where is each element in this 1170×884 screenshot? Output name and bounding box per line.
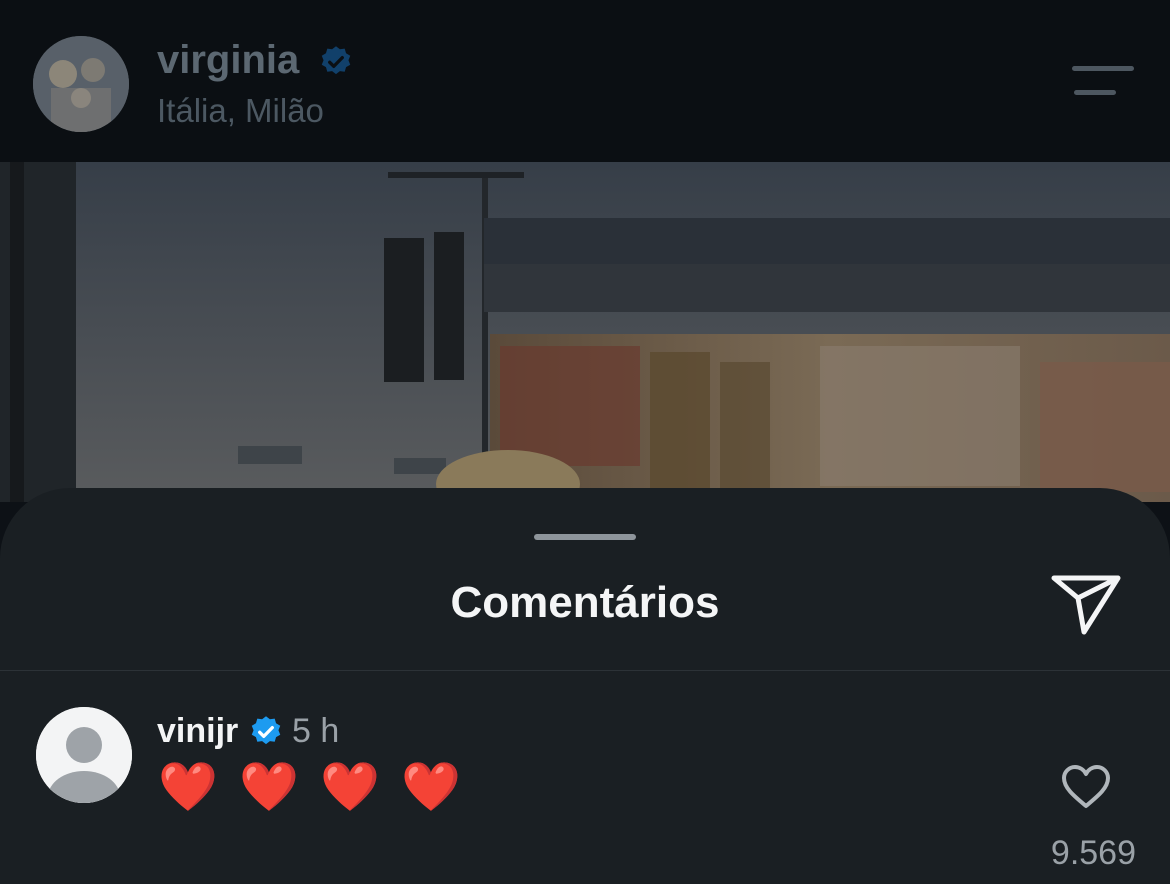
comment-text: ❤️ ❤️ ❤️ ❤️	[158, 761, 466, 814]
heart-outline-icon[interactable]	[1060, 764, 1112, 810]
send-icon[interactable]	[1050, 574, 1122, 636]
comment-like-count: 9.569	[1050, 834, 1136, 872]
comments-title: Comentários	[450, 578, 720, 627]
verified-badge-icon	[321, 46, 351, 75]
profile-avatar[interactable]	[33, 36, 129, 132]
concert-photo	[0, 162, 1170, 502]
commenter-avatar[interactable]	[36, 707, 132, 803]
comment-time: 5 h	[292, 712, 340, 750]
verified-badge-icon	[251, 716, 281, 745]
sheet-divider	[0, 670, 1170, 671]
post-header: virginia Itália, Milão	[0, 0, 1170, 162]
menu-icon[interactable]	[1072, 66, 1136, 100]
post-username[interactable]: virginia	[157, 38, 299, 83]
commenter-username[interactable]: vinijr	[157, 712, 238, 751]
post-location[interactable]: Itália, Milão	[157, 92, 324, 130]
default-avatar-icon	[36, 707, 132, 803]
profile-photo	[33, 36, 129, 132]
sheet-grabber[interactable]	[534, 534, 636, 540]
post-photo	[0, 162, 1170, 502]
comments-sheet: Comentários vinijr 5 h ❤️ ❤️ ❤️ ❤️ 9.569	[0, 488, 1170, 884]
